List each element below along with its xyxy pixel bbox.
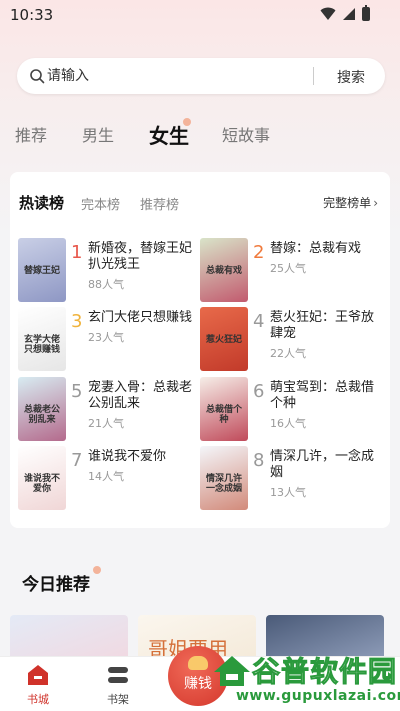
nav-label-bookstore: 书城 [27,693,49,706]
book-cover: 总裁有戏 [200,238,248,302]
section-title-today: 今日推荐 [22,575,90,595]
watermark-text: 谷普软件园 [251,655,398,689]
search-divider [313,67,314,85]
nav-item-bookstore[interactable]: 书城 [8,657,68,711]
book-cover-title: 惹火狂妃 [205,335,242,345]
wifi-icon [320,7,336,20]
watermark-url: www.gupuxlazai.com [236,688,400,704]
book-cover: 情深几许一念成姻 [200,446,248,510]
ranking-card: 热读榜 完本榜 推荐榜 完整榜单 › 替嫁王妃 1 新婚夜，替嫁王妃扒光残王 88人气总… [10,172,390,528]
book-popularity: 13人气 [270,486,306,499]
battery-icon [362,5,370,21]
book-popularity: 21人气 [88,417,124,430]
book-title: 新婚夜，替嫁王妃扒光残王 [88,241,193,272]
money-bag-icon [188,656,208,670]
nav-item-bookshelf[interactable]: 书架 [88,657,148,711]
tab-completed[interactable]: 完本榜 [81,194,120,213]
book-cover-title: 玄学大佬只想赚钱 [23,335,60,355]
bookstore-icon [28,665,48,685]
book-cover-title: 总裁借个种 [205,405,242,425]
book-rank-number: 6 [253,381,265,402]
search-button[interactable]: 搜索 [337,67,365,87]
book-cover-title: 总裁有戏 [205,266,242,276]
book-title: 情深几许，一念成姻 [270,449,375,480]
book-cover: 玄学大佬只想赚钱 [18,307,66,371]
signal-icon [343,8,355,20]
book-cover: 总裁老公别乱来 [18,377,66,441]
book-title: 玄门大佬只想赚钱 [88,310,193,325]
tab-recommend[interactable]: 推荐 [15,122,47,146]
book-popularity: 22人气 [270,347,306,360]
ranking-book-item[interactable]: 玄学大佬只想赚钱 3 玄门大佬只想赚钱 23人气 [18,307,198,373]
book-rank-number: 5 [71,381,83,402]
book-rank-number: 1 [71,242,83,263]
book-cover: 替嫁王妃 [18,238,66,302]
book-popularity: 25人气 [270,262,306,275]
book-rank-number: 8 [253,450,265,471]
book-title: 宠妻入骨：总裁老公别乱来 [88,380,193,411]
tab-active-dot [183,118,191,126]
book-cover: 谁说我不爱你 [18,446,66,510]
book-rank-number: 4 [253,311,265,332]
book-cover: 总裁借个种 [200,377,248,441]
book-title: 谁说我不爱你 [88,449,167,464]
book-rank-number: 7 [71,450,83,471]
ranking-book-item[interactable]: 情深几许一念成姻 8 情深几许，一念成姻 13人气 [200,446,380,512]
search-icon [30,69,45,84]
ranking-book-item[interactable]: 总裁有戏 2 替嫁：总裁有戏 25人气 [200,238,380,304]
search-input[interactable] [47,66,307,86]
search-bar: 搜索 [17,58,385,94]
watermark-logo-icon [214,656,250,686]
full-list-link[interactable]: 完整榜单 › [323,194,378,211]
status-icons [320,5,370,21]
book-rank-number: 2 [253,242,265,263]
book-popularity: 23人气 [88,331,124,344]
status-bar: 10:33 [0,0,400,28]
book-popularity: 14人气 [88,470,124,483]
book-title: 萌宝驾到：总裁借个种 [270,380,375,411]
chevron-right-icon: › [373,196,378,210]
earn-money-label: 赚钱 [184,676,212,692]
section-title-dot [93,566,101,574]
ranking-book-item[interactable]: 总裁老公别乱来 5 宠妻入骨：总裁老公别乱来 21人气 [18,377,198,443]
full-list-label: 完整榜单 [323,196,372,210]
tab-recommended[interactable]: 推荐榜 [140,194,179,213]
book-title: 替嫁：总裁有戏 [270,241,362,256]
tab-male[interactable]: 男生 [82,122,114,146]
book-cover-title: 谁说我不爱你 [23,474,60,494]
book-cover: 惹火狂妃 [200,307,248,371]
ranking-book-item[interactable]: 总裁借个种 6 萌宝驾到：总裁借个种 16人气 [200,377,380,443]
nav-label-bookshelf: 书架 [107,693,129,706]
book-cover-title: 情深几许一念成姻 [205,474,242,494]
ranking-book-item[interactable]: 惹火狂妃 4 惹火狂妃：王爷放肆宠 22人气 [200,307,380,373]
book-cover-title: 总裁老公别乱来 [23,405,60,425]
ranking-book-item[interactable]: 替嫁王妃 1 新婚夜，替嫁王妃扒光残王 88人气 [18,238,198,304]
book-popularity: 88人气 [88,278,124,291]
book-popularity: 16人气 [270,417,306,430]
watermark: 谷普软件园 www.gupuxlazai.com [212,648,400,710]
book-title: 惹火狂妃：王爷放肆宠 [270,310,375,341]
book-cover-title: 替嫁王妃 [23,266,60,276]
tab-short-story[interactable]: 短故事 [222,122,270,146]
tab-hot-read[interactable]: 热读榜 [19,192,64,213]
bookshelf-icon [108,667,128,683]
book-rank-number: 3 [71,311,83,332]
ranking-book-item[interactable]: 谁说我不爱你 7 谁说我不爱你 14人气 [18,446,198,512]
category-tabs: 推荐 男生 女生 短故事 [0,118,400,148]
status-time: 10:33 [10,6,54,24]
